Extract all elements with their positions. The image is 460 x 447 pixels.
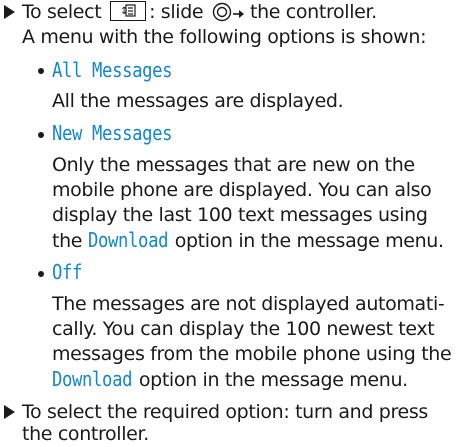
option-new-desc-1: Only the messages that are new on the	[52, 154, 415, 176]
manual-page: To select ↕ : slide the controller. A me…	[0, 0, 460, 447]
option-label: New Messages	[52, 121, 173, 145]
bullet-icon	[38, 132, 44, 138]
option-off-desc-1: The messages are not displayed automati-	[52, 293, 445, 315]
bullet-icon	[38, 271, 44, 277]
option-off-desc-4: Download option in the message menu.	[52, 367, 408, 393]
desc-text: the	[52, 230, 83, 252]
desc-text: option in the message menu.	[174, 230, 444, 252]
step-marker-icon	[4, 405, 15, 419]
step1-text-c: the controller.	[249, 1, 377, 23]
option-new-desc-4: the Download option in the message menu.	[52, 228, 444, 254]
option-new-desc-2: mobile phone are displayed. You can also	[52, 179, 432, 201]
step-marker-icon	[4, 5, 15, 19]
step2-line2: the controller.	[22, 423, 149, 445]
download-option-label: Download	[87, 228, 168, 252]
message-menu-button-icon: ↕	[110, 1, 147, 21]
option-off-desc-2: cally. You can display the 100 newest te…	[52, 318, 435, 340]
option-all-desc: All the messages are displayed.	[52, 90, 344, 112]
option-off: Off	[52, 260, 87, 286]
option-new-messages: New Messages	[52, 121, 192, 147]
arrow-right-icon	[232, 10, 244, 18]
bullet-icon	[38, 68, 44, 74]
option-label: All Messages	[52, 58, 173, 82]
step1-text-a: To select	[22, 1, 102, 23]
controller-slide-icon	[212, 2, 232, 22]
option-label: Off	[52, 260, 83, 284]
desc-text: option in the message menu.	[138, 369, 408, 391]
svg-text:↕: ↕	[120, 6, 128, 17]
download-option-label: Download	[52, 367, 133, 391]
step1-line2: A menu with the following options is sho…	[22, 26, 427, 48]
step1-text-b: : slide	[149, 1, 204, 23]
step1-line1: To select ↕ : slide the controller.	[22, 0, 377, 25]
option-off-desc-3: messages from the mobile phone using the	[52, 343, 452, 365]
option-all-messages: All Messages	[52, 58, 192, 84]
option-new-desc-3: display the last 100 text messages using	[52, 204, 428, 226]
